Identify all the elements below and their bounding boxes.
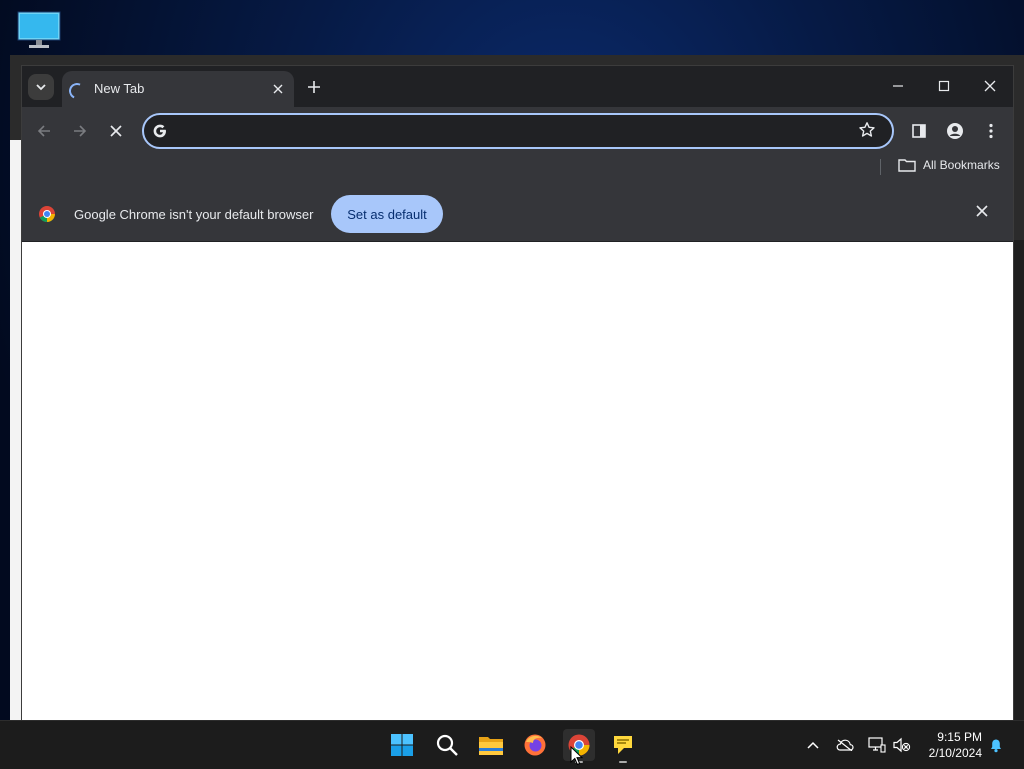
network-tray-button[interactable] bbox=[868, 736, 886, 754]
minimize-icon bbox=[893, 85, 903, 87]
close-icon[interactable] bbox=[976, 205, 988, 217]
google-g-icon bbox=[153, 124, 166, 138]
new-tab-button[interactable] bbox=[302, 75, 326, 99]
chevron-down-icon bbox=[36, 84, 46, 91]
default-browser-infobar: Google Chrome isn't your default browser… bbox=[22, 181, 1013, 242]
back-button[interactable] bbox=[30, 117, 58, 145]
running-indicator bbox=[619, 761, 627, 763]
clock-date: 2/10/2024 bbox=[928, 746, 982, 760]
background-window-edge bbox=[10, 140, 22, 720]
search-button[interactable] bbox=[431, 729, 463, 761]
windows-logo-icon bbox=[391, 734, 413, 756]
forward-button[interactable] bbox=[66, 117, 94, 145]
tab-search-button[interactable] bbox=[28, 74, 54, 100]
tab-new-tab[interactable]: New Tab bbox=[62, 71, 294, 107]
profile-icon bbox=[947, 123, 963, 139]
notes-app-button[interactable] bbox=[607, 729, 639, 763]
bookmarks-separator bbox=[880, 159, 881, 175]
sticky-note-icon bbox=[614, 736, 632, 754]
close-icon bbox=[110, 125, 122, 137]
folder-icon bbox=[898, 159, 916, 172]
mouse-cursor-icon bbox=[570, 746, 584, 766]
loading-spinner-icon bbox=[66, 80, 88, 102]
maximize-button[interactable] bbox=[922, 71, 966, 101]
cloud-offline-icon bbox=[836, 739, 854, 751]
tab-strip: New Tab bbox=[22, 66, 1013, 107]
menu-button[interactable] bbox=[977, 117, 1005, 145]
bell-icon bbox=[991, 739, 1001, 753]
network-icon bbox=[868, 737, 886, 753]
volume-muted-icon bbox=[893, 737, 911, 753]
tab-close-button[interactable] bbox=[268, 79, 288, 99]
arrow-right-icon bbox=[74, 125, 87, 137]
search-icon bbox=[436, 734, 458, 756]
all-bookmarks-label: All Bookmarks bbox=[923, 158, 1000, 172]
infobar-message: Google Chrome isn't your default browser bbox=[74, 207, 314, 222]
close-icon bbox=[984, 80, 996, 92]
side-panel-icon bbox=[912, 124, 926, 138]
maximize-icon bbox=[938, 80, 950, 92]
close-window-button[interactable] bbox=[968, 71, 1012, 101]
set-as-default-button[interactable]: Set as default bbox=[331, 195, 443, 233]
taskbar: 9:15 PM 2/10/2024 bbox=[0, 720, 1024, 769]
chrome-logo-icon bbox=[39, 206, 55, 222]
desktop-computer-icon[interactable] bbox=[16, 10, 62, 50]
file-explorer-button[interactable] bbox=[475, 729, 507, 761]
folder-icon bbox=[479, 737, 503, 755]
page-content[interactable] bbox=[22, 242, 1013, 720]
close-icon bbox=[273, 84, 283, 94]
omnibox-input[interactable] bbox=[178, 119, 842, 145]
notifications-button[interactable] bbox=[987, 736, 1005, 754]
firefox-icon bbox=[524, 734, 546, 756]
bookmark-star-icon[interactable] bbox=[858, 121, 876, 139]
stop-loading-button[interactable] bbox=[102, 117, 130, 145]
side-panel-button[interactable] bbox=[905, 117, 933, 145]
volume-tray-button[interactable] bbox=[893, 736, 911, 754]
arrow-left-icon bbox=[37, 125, 50, 137]
firefox-button[interactable] bbox=[519, 729, 551, 761]
onedrive-tray-button[interactable] bbox=[836, 736, 854, 754]
profile-button[interactable] bbox=[941, 117, 969, 145]
address-bar[interactable] bbox=[142, 113, 894, 149]
start-button[interactable] bbox=[386, 729, 418, 761]
tab-title: New Tab bbox=[94, 81, 145, 96]
more-vertical-icon bbox=[989, 123, 993, 139]
chrome-window: New Tab All Bookmarks Google Chrome isn'… bbox=[22, 66, 1013, 720]
show-hidden-icons-button[interactable] bbox=[804, 736, 822, 754]
taskbar-clock[interactable]: 9:15 PM 2/10/2024 bbox=[918, 729, 982, 761]
background-window-edge bbox=[1012, 240, 1024, 720]
toolbar bbox=[22, 107, 1013, 153]
chevron-up-icon bbox=[807, 741, 819, 749]
bookmarks-bar: All Bookmarks bbox=[22, 153, 1013, 181]
minimize-button[interactable] bbox=[876, 71, 920, 101]
clock-time: 9:15 PM bbox=[937, 730, 982, 744]
all-bookmarks-button[interactable]: All Bookmarks bbox=[898, 158, 1000, 172]
plus-icon bbox=[308, 81, 320, 93]
